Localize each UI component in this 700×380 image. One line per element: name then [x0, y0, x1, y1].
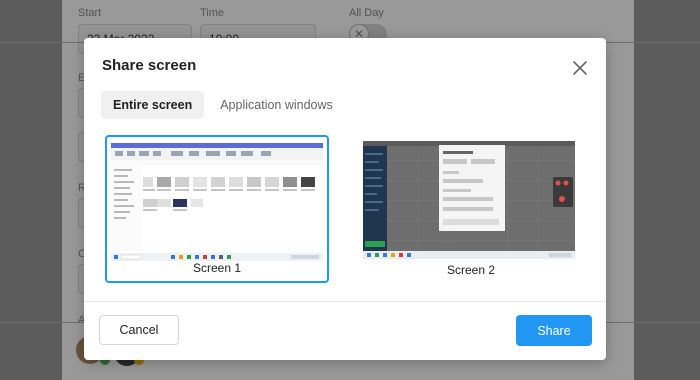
dialog-title: Share screen	[102, 57, 197, 74]
share-button[interactable]: Share	[516, 315, 592, 346]
tab-entire-screen[interactable]: Entire screen	[101, 91, 205, 119]
screen-option-1[interactable]: Screen 1	[105, 135, 329, 283]
share-source-tabs: Entire screen Application windows	[101, 91, 345, 119]
tab-application-windows[interactable]: Application windows	[208, 91, 345, 119]
screen-1-label: Screen 1	[192, 261, 242, 275]
screen-2-label: Screen 2	[446, 263, 496, 277]
screen-2-thumbnail	[363, 141, 575, 259]
share-screen-dialog: Share screen Entire screen Application w…	[84, 38, 606, 360]
footer-divider	[84, 301, 606, 302]
screen-option-2[interactable]: Screen 2	[359, 135, 583, 283]
screen-1-thumbnail	[111, 143, 323, 261]
close-icon[interactable]	[570, 58, 590, 78]
cancel-button[interactable]: Cancel	[99, 315, 179, 345]
